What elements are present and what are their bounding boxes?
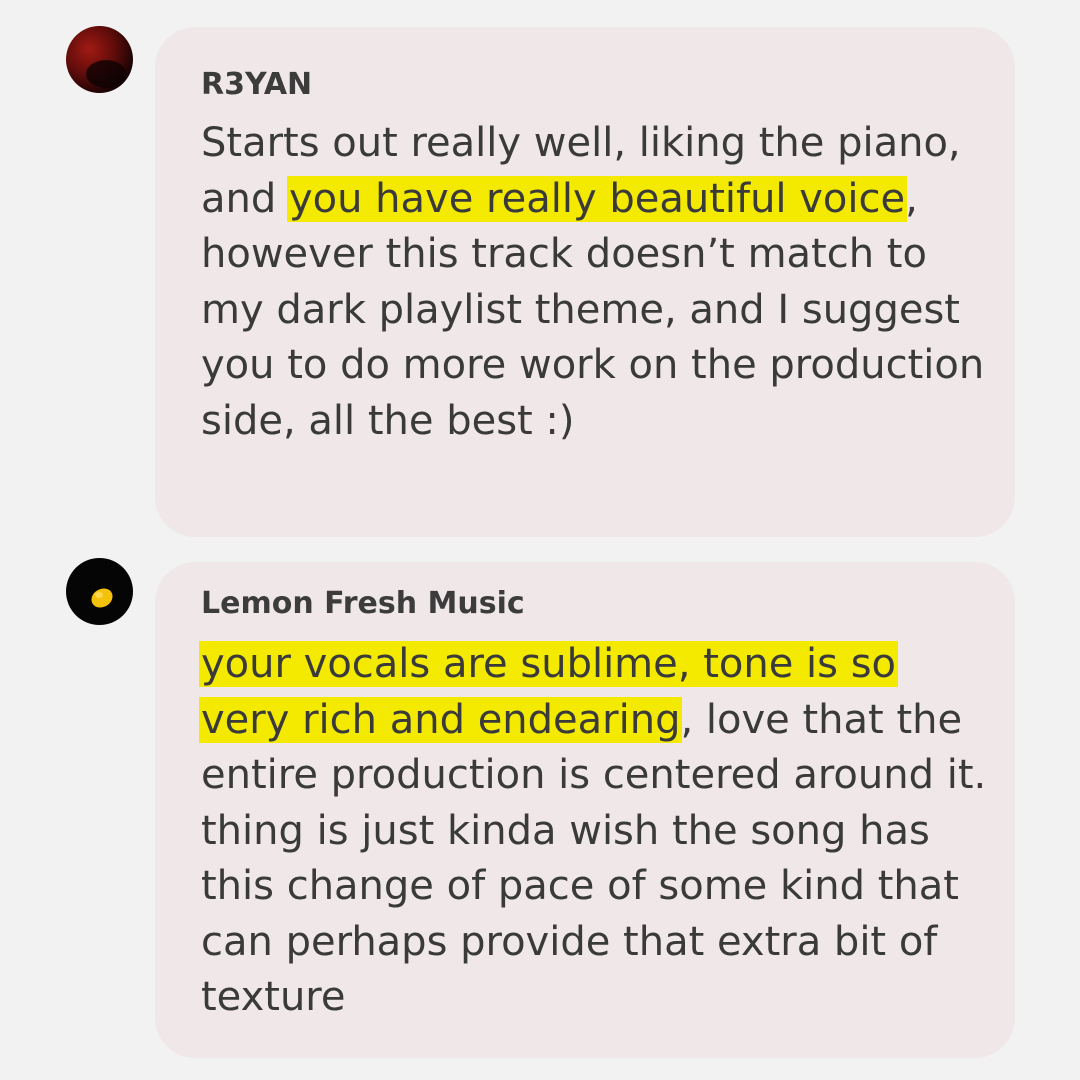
- comment-text: your vocals are sublime, tone is so very…: [199, 637, 991, 1026]
- comments-screen: { "comments": [ { "author": "R3YAN", "te…: [0, 0, 1080, 1080]
- avatar-r3yan-image: [66, 26, 133, 93]
- comment-text-plain-end: , love that the entire production is cen…: [201, 696, 987, 1021]
- avatar-r3yan[interactable]: [66, 26, 133, 93]
- comment-bubble: Lemon Fresh Music your vocals are sublim…: [155, 562, 1015, 1058]
- avatar-lemon-fresh-music[interactable]: [66, 558, 133, 625]
- lemon-icon: [66, 558, 133, 625]
- comment-bubble: R3YAN Starts out really well, liking the…: [155, 27, 1015, 537]
- comment-r3yan: R3YAN Starts out really well, liking the…: [0, 0, 1080, 540]
- comment-text-highlight: you have really beautiful voice: [286, 175, 908, 222]
- comment-lemon-fresh-music: Lemon Fresh Music your vocals are sublim…: [0, 540, 1080, 1080]
- comment-author[interactable]: Lemon Fresh Music: [201, 586, 525, 621]
- comment-text: Starts out really well, liking the piano…: [201, 116, 991, 449]
- comment-author[interactable]: R3YAN: [201, 67, 312, 102]
